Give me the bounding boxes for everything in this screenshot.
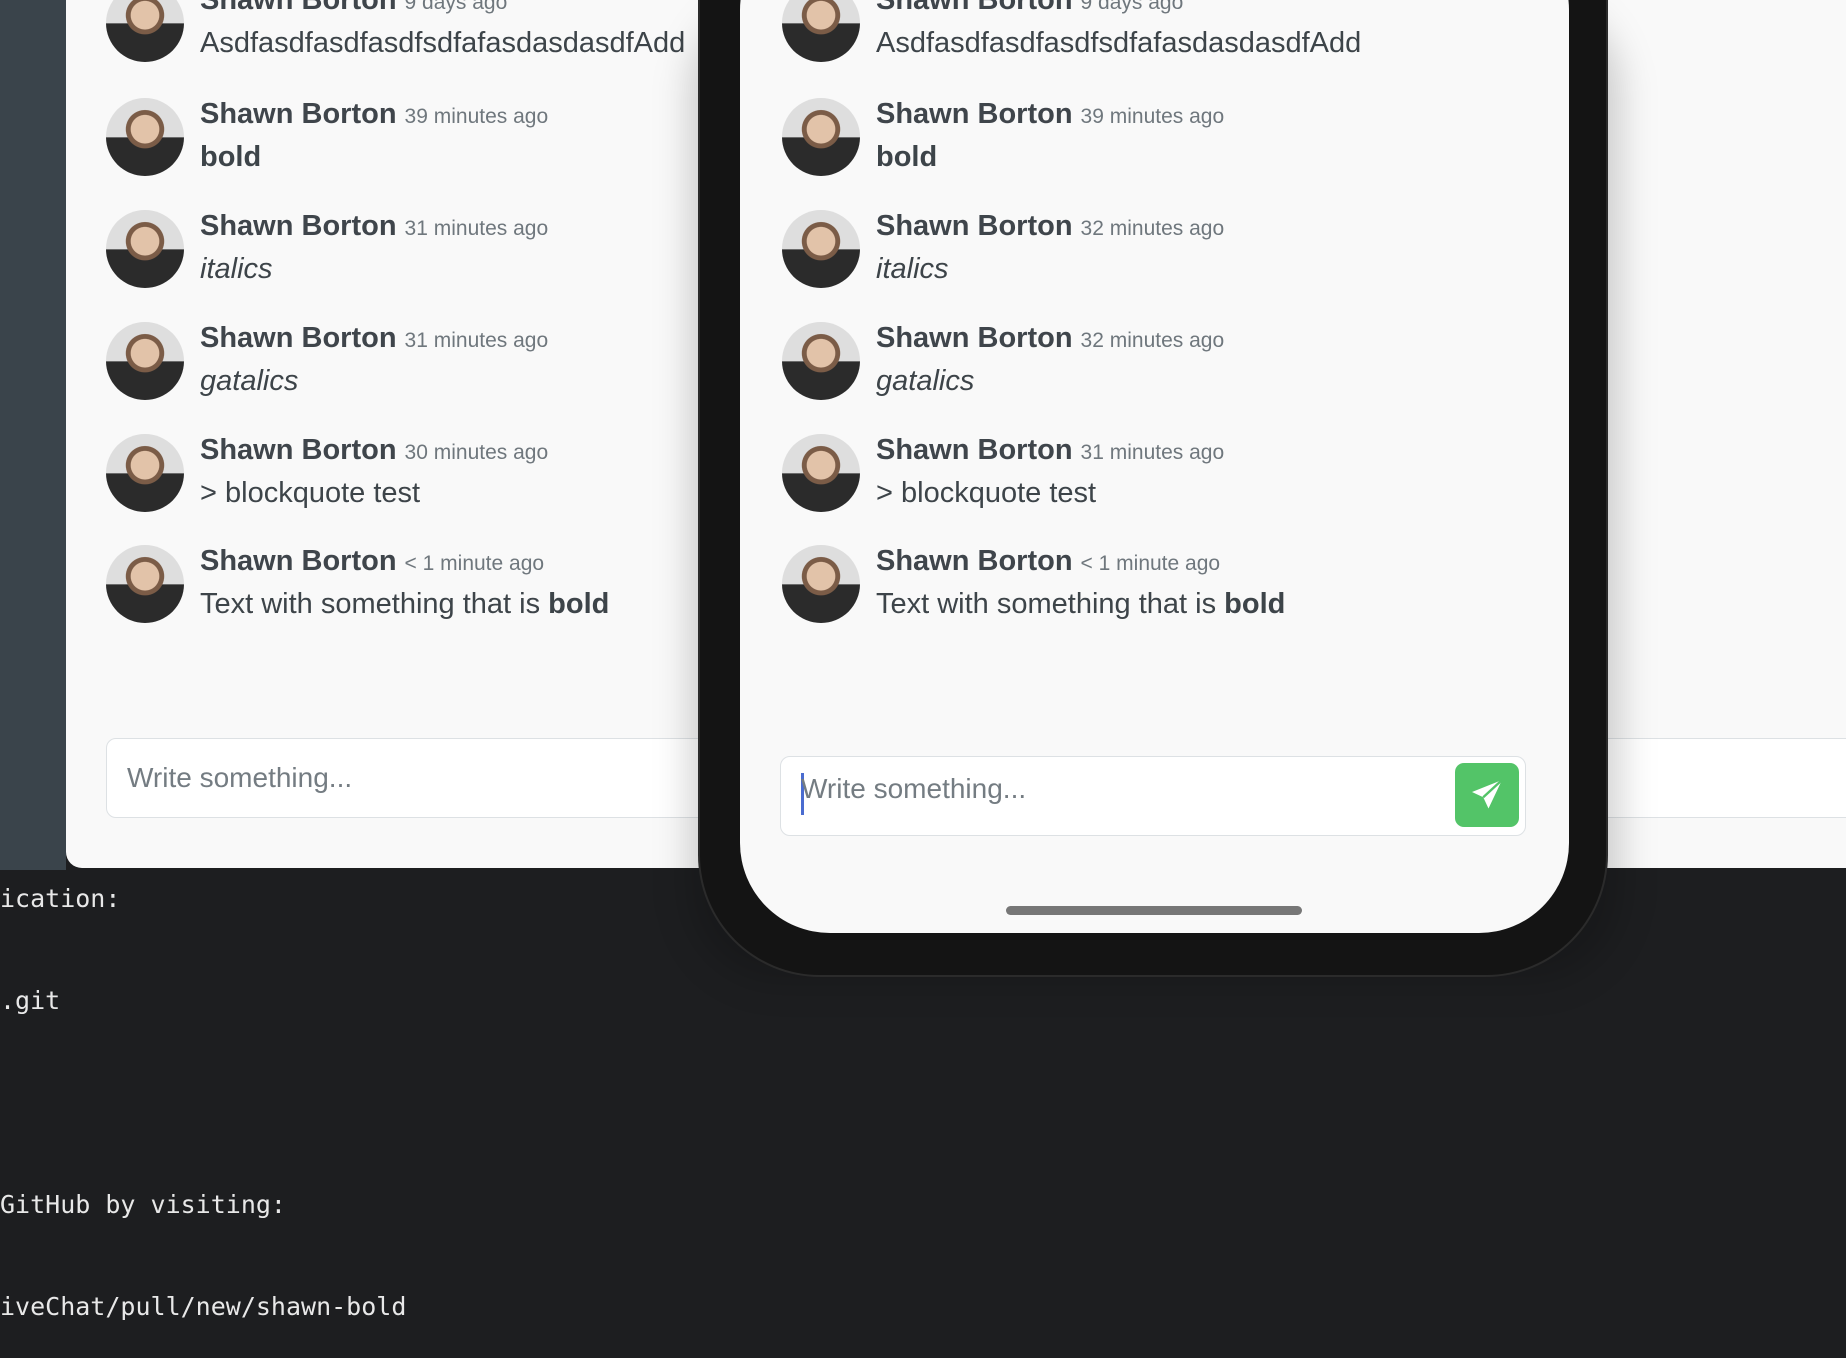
message-time: < 1 minute ago <box>1080 552 1221 575</box>
message-text-plain: Text with something that is <box>876 588 1225 620</box>
author-name: Shawn Borton <box>876 434 1073 466</box>
message-input-placeholder: Write something... <box>801 773 1027 804</box>
avatar[interactable] <box>106 98 184 176</box>
avatar[interactable] <box>106 545 184 623</box>
terminal-line: iveChat/pull/new/shawn-bold <box>0 1292 407 1321</box>
message-input-placeholder: Write something... <box>127 762 353 793</box>
author-name: Shawn Borton <box>200 545 397 577</box>
message-text-plain: Text with something that is <box>200 588 549 620</box>
message-text: gatalics <box>200 365 299 397</box>
author-name: Shawn Borton <box>200 434 397 466</box>
message-time: 31 minutes ago <box>404 329 549 352</box>
author-name: Shawn Borton <box>876 545 1073 577</box>
message-time: 39 minutes ago <box>1080 105 1225 128</box>
terminal-sidebar-strip <box>0 0 66 870</box>
message-text: italics <box>876 253 949 285</box>
phone-screen: Shawn Borton 9 days ago Asdfasdfasdfasdfs… <box>740 0 1569 933</box>
author-name: Shawn Borton <box>876 210 1073 242</box>
terminal-line: ication: <box>0 884 121 913</box>
message-text: Text with something that is bold <box>200 588 609 621</box>
message-time: 31 minutes ago <box>1080 441 1225 464</box>
avatar[interactable] <box>782 322 860 400</box>
message-time: 31 minutes ago <box>404 217 549 240</box>
message-text: italics <box>200 253 273 285</box>
message-time: 39 minutes ago <box>404 105 549 128</box>
avatar[interactable] <box>782 0 860 62</box>
message-text: gatalics <box>876 365 975 397</box>
paper-plane-icon <box>1472 779 1503 809</box>
author-name: Shawn Borton <box>200 322 397 354</box>
message-text: bold <box>876 141 938 173</box>
avatar[interactable] <box>106 210 184 288</box>
message-text-bold: bold <box>548 588 610 620</box>
message-time: < 1 minute ago <box>404 552 545 575</box>
author-name: Shawn Borton <box>876 0 1073 16</box>
author-name: Shawn Borton <box>200 98 397 130</box>
message-text: Text with something that is bold <box>876 588 1285 621</box>
message-text: AsdfasdfasdfasdfsdfafasdasdasdfAdd <box>200 27 686 59</box>
message-text-bold: bold <box>1224 588 1286 620</box>
terminal-output: ication: .git GitHub by visiting: iveCha… <box>0 848 700 1358</box>
terminal-line: .git <box>0 986 61 1015</box>
avatar[interactable] <box>782 98 860 176</box>
message-input[interactable]: Write something... <box>780 756 1526 836</box>
message-text: AsdfasdfasdfasdfsdfafasdasdasdfAdd <box>876 27 1362 59</box>
send-button[interactable] <box>1455 763 1519 827</box>
terminal-line: GitHub by visiting: <box>0 1190 286 1219</box>
avatar[interactable] <box>106 434 184 512</box>
message-text: > blockquote test <box>200 477 421 509</box>
message-time: 9 days ago <box>1080 0 1184 14</box>
message-time: 32 minutes ago <box>1080 329 1225 352</box>
message-time: 30 minutes ago <box>404 441 549 464</box>
author-name: Shawn Borton <box>876 322 1073 354</box>
message-text: bold <box>200 141 262 173</box>
avatar[interactable] <box>106 322 184 400</box>
message-text: > blockquote test <box>876 477 1097 509</box>
avatar[interactable] <box>782 210 860 288</box>
avatar[interactable] <box>782 545 860 623</box>
author-name: Shawn Borton <box>200 0 397 16</box>
avatar[interactable] <box>106 0 184 62</box>
home-indicator <box>1006 906 1302 915</box>
author-name: Shawn Borton <box>876 98 1073 130</box>
author-name: Shawn Borton <box>200 210 397 242</box>
message-time: 9 days ago <box>404 0 508 14</box>
message-time: 32 minutes ago <box>1080 217 1225 240</box>
avatar[interactable] <box>782 434 860 512</box>
